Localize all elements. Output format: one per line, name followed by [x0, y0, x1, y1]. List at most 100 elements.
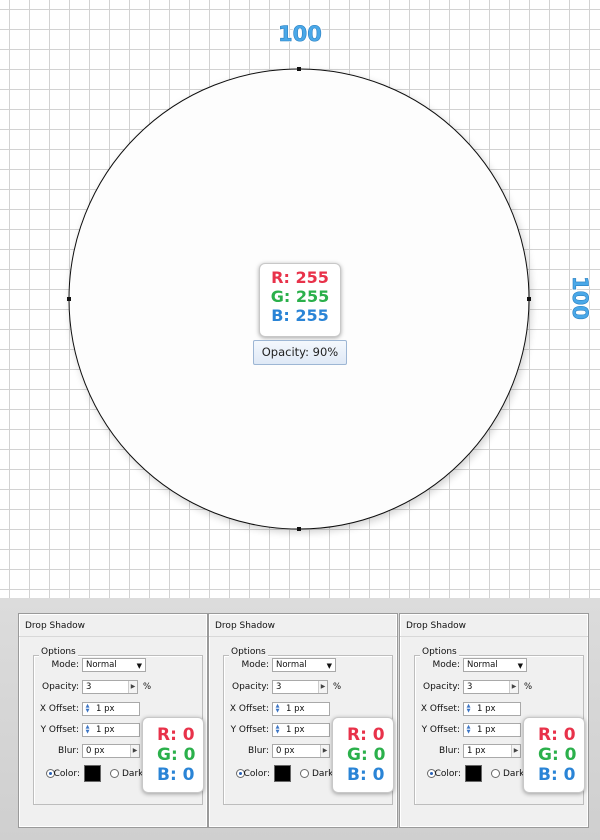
percent-unit: % — [524, 682, 533, 692]
anchor-point-bottom[interactable] — [297, 527, 301, 531]
red-value: R: 255 — [271, 268, 329, 287]
mode-value: Normal — [86, 660, 117, 670]
darkness-label: Darkne — [122, 769, 144, 779]
dialog-title: Drop Shadow — [406, 621, 467, 631]
mode-dropdown[interactable]: Normal ▼ — [272, 658, 336, 672]
shadow-color-swatch[interactable] — [274, 765, 291, 782]
opacity-field[interactable]: 3 ▶ — [272, 680, 328, 694]
color-label: Color: — [243, 769, 270, 779]
x-offset-value: 1 px — [96, 704, 115, 714]
arrow-right-icon[interactable]: ▶ — [128, 681, 137, 693]
options-legend: Options — [39, 647, 78, 657]
mode-dropdown[interactable]: Normal ▼ — [463, 658, 527, 672]
y-offset-field[interactable]: ▲ ▼ 1 px — [272, 723, 330, 737]
green-value: G: 0 — [157, 745, 196, 765]
x-offset-label: X Offset: — [229, 704, 269, 714]
y-offset-value: 1 px — [96, 725, 115, 735]
mode-label: Mode: — [241, 660, 269, 670]
arrow-right-icon[interactable]: ▶ — [318, 681, 327, 693]
drop-shadow-dialog-2: Drop Shadow Options Mode: Normal ▼ Opacit… — [208, 613, 398, 828]
options-legend: Options — [229, 647, 268, 657]
mode-label: Mode: — [51, 660, 79, 670]
green-value: G: 0 — [347, 745, 386, 765]
x-offset-field[interactable]: ▲ ▼ 1 px — [463, 702, 521, 716]
spinner-icon[interactable]: ▲ ▼ — [84, 725, 91, 735]
green-value: G: 0 — [538, 745, 577, 765]
opacity-field[interactable]: 3 ▶ — [463, 680, 519, 694]
y-offset-field[interactable]: ▲ ▼ 1 px — [463, 723, 521, 737]
blur-field[interactable]: 1 px ▶ — [463, 744, 521, 758]
y-offset-field[interactable]: ▲ ▼ 1 px — [82, 723, 140, 737]
y-offset-value: 1 px — [286, 725, 305, 735]
darkness-radio[interactable] — [491, 769, 500, 778]
red-value: R: 0 — [157, 725, 195, 745]
opacity-tooltip: Opacity: 90% — [253, 340, 347, 365]
title-divider — [209, 636, 397, 637]
blur-value: 1 px — [467, 746, 486, 756]
shadow-color-readout: R: 0 G: 0 B: 0 — [142, 717, 204, 793]
chevron-down-icon: ▼ — [326, 662, 332, 670]
y-offset-value: 1 px — [477, 725, 496, 735]
mode-value: Normal — [467, 660, 498, 670]
spinner-icon[interactable]: ▲ ▼ — [274, 704, 281, 714]
opacity-value: 3 — [467, 682, 473, 692]
chevron-down-icon: ▼ — [136, 662, 142, 670]
fill-color-readout: R: 255 G: 255 B: 255 — [259, 263, 341, 337]
darkness-radio[interactable] — [300, 769, 309, 778]
darkness-label: Darkne — [312, 769, 334, 779]
x-offset-value: 1 px — [477, 704, 496, 714]
y-offset-label: Y Offset: — [421, 725, 460, 735]
mode-value: Normal — [276, 660, 307, 670]
blur-label: Blur: — [248, 746, 269, 756]
drop-shadow-dialog-1: Drop Shadow Options Mode: Normal ▼ Opacit… — [18, 613, 208, 828]
x-offset-label: X Offset: — [39, 704, 79, 714]
x-offset-label: X Offset: — [420, 704, 460, 714]
percent-unit: % — [333, 682, 342, 692]
blur-value: 0 px — [86, 746, 105, 756]
blur-label: Blur: — [58, 746, 79, 756]
blue-value: B: 255 — [271, 306, 329, 325]
title-divider — [19, 636, 207, 637]
blur-field[interactable]: 0 px ▶ — [82, 744, 140, 758]
arrow-right-icon[interactable]: ▶ — [511, 745, 520, 757]
red-value: R: 0 — [347, 725, 385, 745]
spinner-icon[interactable]: ▲ ▼ — [465, 725, 472, 735]
title-divider — [400, 636, 588, 637]
blur-field[interactable]: 0 px ▶ — [272, 744, 330, 758]
opacity-value: 3 — [86, 682, 92, 692]
x-offset-field[interactable]: ▲ ▼ 1 px — [82, 702, 140, 716]
anchor-point-left[interactable] — [67, 297, 71, 301]
blue-value: B: 0 — [538, 765, 576, 785]
color-label: Color: — [434, 769, 461, 779]
spinner-icon[interactable]: ▲ ▼ — [84, 704, 91, 714]
y-offset-label: Y Offset: — [230, 725, 269, 735]
color-label: Color: — [53, 769, 80, 779]
anchor-point-right[interactable] — [527, 297, 531, 301]
mode-dropdown[interactable]: Normal ▼ — [82, 658, 146, 672]
anchor-point-top[interactable] — [297, 67, 301, 71]
opacity-label: Opacity: — [42, 682, 79, 692]
dialog-title: Drop Shadow — [215, 621, 276, 631]
opacity-value: 3 — [276, 682, 282, 692]
blue-value: B: 0 — [157, 765, 195, 785]
mode-label: Mode: — [432, 660, 460, 670]
red-value: R: 0 — [538, 725, 576, 745]
darkness-radio[interactable] — [110, 769, 119, 778]
arrow-right-icon[interactable]: ▶ — [320, 745, 329, 757]
arrow-right-icon[interactable]: ▶ — [130, 745, 139, 757]
dialog-title: Drop Shadow — [25, 621, 86, 631]
green-value: G: 255 — [270, 287, 330, 306]
arrow-right-icon[interactable]: ▶ — [509, 681, 518, 693]
shadow-color-swatch[interactable] — [465, 765, 482, 782]
spinner-icon[interactable]: ▲ ▼ — [465, 704, 472, 714]
x-offset-field[interactable]: ▲ ▼ 1 px — [272, 702, 330, 716]
shadow-color-swatch[interactable] — [84, 765, 101, 782]
blue-value: B: 0 — [347, 765, 385, 785]
darkness-label: Darkne — [503, 769, 525, 779]
opacity-field[interactable]: 3 ▶ — [82, 680, 138, 694]
percent-unit: % — [143, 682, 152, 692]
x-offset-value: 1 px — [286, 704, 305, 714]
blur-label: Blur: — [439, 746, 460, 756]
shadow-color-readout: R: 0 G: 0 B: 0 — [332, 717, 394, 793]
spinner-icon[interactable]: ▲ ▼ — [274, 725, 281, 735]
